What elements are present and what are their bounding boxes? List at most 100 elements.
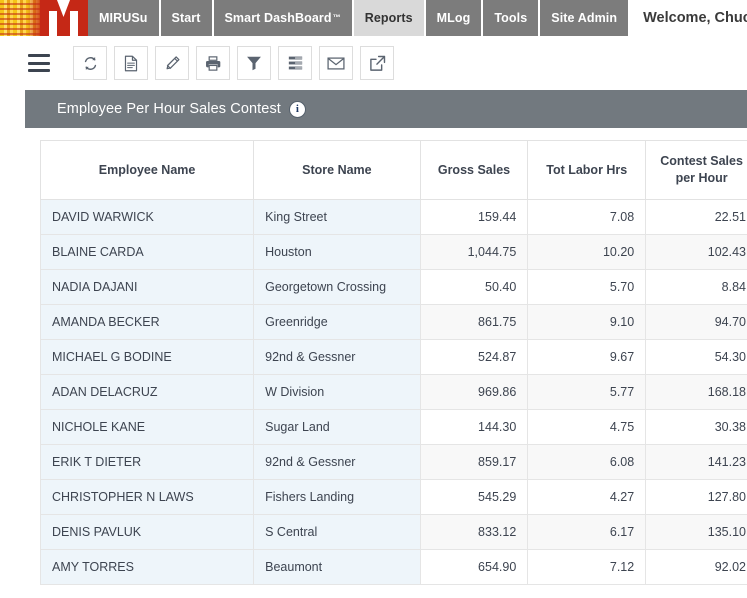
- external-link-icon: [369, 55, 385, 71]
- envelope-icon: [327, 56, 345, 70]
- export-button[interactable]: [360, 46, 394, 80]
- cell-tot-labor-hrs: 7.08: [527, 199, 647, 235]
- cell-tot-labor-hrs: 7.12: [527, 549, 647, 585]
- cell-contest-sales-per-hour: 54.30: [645, 339, 747, 375]
- column-header-gross-sales[interactable]: Gross Sales: [419, 140, 529, 200]
- cell-gross-sales: 524.87: [419, 339, 529, 375]
- table-row[interactable]: DENIS PAVLUK S Central 833.12 6.17 135.10: [39, 514, 747, 550]
- cell-contest-sales-per-hour: 141.23: [645, 444, 747, 480]
- nav-tab-smart-dashboard[interactable]: Smart DashBoard ™: [213, 0, 352, 36]
- funnel-icon: [247, 56, 261, 71]
- nav-tab-label: Start: [171, 11, 201, 25]
- nav-tab-site-admin[interactable]: Site Admin: [540, 0, 629, 36]
- cell-gross-sales: 1,044.75: [419, 234, 529, 270]
- table-header-row: Employee Name Store Name Gross Sales Tot…: [39, 140, 747, 200]
- cell-store-name: S Central: [253, 514, 421, 550]
- cell-store-name: Sugar Land: [253, 409, 421, 445]
- cell-tot-labor-hrs: 4.75: [527, 409, 647, 445]
- cell-employee-name: DENIS PAVLUK: [39, 514, 255, 550]
- email-button[interactable]: [319, 46, 353, 80]
- cell-tot-labor-hrs: 5.77: [527, 374, 647, 410]
- nav-tab-label: Tools: [494, 11, 528, 25]
- nav-tab-mirusu[interactable]: MIRUSu: [88, 0, 159, 36]
- cell-employee-name: BLAINE CARDA: [39, 234, 255, 270]
- cell-contest-sales-per-hour: 30.38: [645, 409, 747, 445]
- cell-employee-name: ERIK T DIETER: [39, 444, 255, 480]
- cell-gross-sales: 859.17: [419, 444, 529, 480]
- cell-store-name: Fishers Landing: [253, 479, 421, 515]
- cell-store-name: Greenridge: [253, 304, 421, 340]
- cell-contest-sales-per-hour: 94.70: [645, 304, 747, 340]
- cell-gross-sales: 861.75: [419, 304, 529, 340]
- cell-contest-sales-per-hour: 102.43: [645, 234, 747, 270]
- table-row[interactable]: DAVID WARWICK King Street 159.44 7.08 22.51: [39, 199, 747, 235]
- cell-contest-sales-per-hour: 127.80: [645, 479, 747, 515]
- employee-sales-table: Employee Name Store Name Gross Sales Tot…: [39, 140, 747, 585]
- top-navigation-bar: MIRUSu Start Smart DashBoard ™ Reports ML…: [0, 0, 747, 36]
- cell-employee-name: NADIA DAJANI: [39, 269, 255, 305]
- info-icon[interactable]: i: [289, 101, 305, 117]
- cell-gross-sales: 159.44: [419, 199, 529, 235]
- cell-employee-name: AMANDA BECKER: [39, 304, 255, 340]
- table-row[interactable]: ERIK T DIETER 92nd & Gessner 859.17 6.08 141…: [39, 444, 747, 480]
- nav-tab-tools[interactable]: Tools: [483, 0, 539, 36]
- logo-m-right-cut: [70, 11, 78, 36]
- refresh-button[interactable]: [73, 46, 107, 80]
- nav-tab-mlog[interactable]: MLog: [425, 0, 482, 36]
- edit-button[interactable]: [155, 46, 189, 80]
- document-button[interactable]: [114, 46, 148, 80]
- cell-tot-labor-hrs: 6.17: [527, 514, 647, 550]
- table-row[interactable]: MICHAEL G BODINE 92nd & Gessner 524.87 9.67…: [39, 339, 747, 375]
- report-toolbar: [0, 36, 747, 90]
- cell-contest-sales-per-hour: 92.02: [645, 549, 747, 585]
- cell-store-name: Beaumont: [253, 549, 421, 585]
- table-row[interactable]: CHRISTOPHER N LAWS Fishers Landing 545.29 4…: [39, 479, 747, 515]
- table-row[interactable]: AMY TORRES Beaumont 654.90 7.12 92.02: [39, 549, 747, 585]
- cell-store-name: Houston: [253, 234, 421, 270]
- cell-contest-sales-per-hour: 22.51: [645, 199, 747, 235]
- hamburger-bar: [28, 61, 50, 65]
- column-header-store-name[interactable]: Store Name: [253, 140, 421, 200]
- nav-tab-label: Site Admin: [551, 11, 618, 25]
- columns-button[interactable]: [278, 46, 312, 80]
- table-row[interactable]: NICHOLE KANE Sugar Land 144.30 4.75 30.38: [39, 409, 747, 445]
- cell-gross-sales: 969.86: [419, 374, 529, 410]
- nav-tab-label: MIRUSu: [99, 11, 148, 25]
- table-row[interactable]: AMANDA BECKER Greenridge 861.75 9.10 94.70: [39, 304, 747, 340]
- document-icon: [124, 55, 138, 71]
- printer-icon: [206, 55, 221, 71]
- cell-contest-sales-per-hour: 135.10: [645, 514, 747, 550]
- header-line-1: Contest Sales: [660, 154, 743, 169]
- table-row[interactable]: ADAN DELACRUZ W Division 969.86 5.77 168.18: [39, 374, 747, 410]
- panel-header: Employee Per Hour Sales Contest i: [25, 90, 747, 128]
- cell-gross-sales: 50.40: [419, 269, 529, 305]
- cell-contest-sales-per-hour: 168.18: [645, 374, 747, 410]
- table-header: Employee Name Store Name Gross Sales Tot…: [39, 140, 747, 200]
- print-button[interactable]: [196, 46, 230, 80]
- cell-tot-labor-hrs: 9.10: [527, 304, 647, 340]
- cell-tot-labor-hrs: 9.67: [527, 339, 647, 375]
- filter-button[interactable]: [237, 46, 271, 80]
- hamburger-bar: [28, 69, 50, 72]
- column-header-contest-sales-per-hour[interactable]: Contest Sales per Hour: [645, 140, 747, 200]
- cell-employee-name: DAVID WARWICK: [39, 199, 255, 235]
- cell-employee-name: CHRISTOPHER N LAWS: [39, 479, 255, 515]
- cell-store-name: King Street: [253, 199, 421, 235]
- mirus-m-logo[interactable]: [0, 0, 88, 36]
- nav-tab-start[interactable]: Start: [160, 0, 212, 36]
- cell-gross-sales: 545.29: [419, 479, 529, 515]
- cell-tot-labor-hrs: 5.70: [527, 269, 647, 305]
- column-header-employee-name[interactable]: Employee Name: [39, 140, 255, 200]
- cell-employee-name: AMY TORRES: [39, 549, 255, 585]
- table-row[interactable]: BLAINE CARDA Houston 1,044.75 10.20 102.43: [39, 234, 747, 270]
- cell-store-name: 92nd & Gessner: [253, 339, 421, 375]
- nav-tab-label: MLog: [436, 11, 471, 25]
- hamburger-menu-icon[interactable]: [28, 54, 50, 72]
- cell-employee-name: ADAN DELACRUZ: [39, 374, 255, 410]
- table-body: DAVID WARWICK King Street 159.44 7.08 22.51 B…: [39, 199, 747, 585]
- nav-tab-reports[interactable]: Reports: [353, 0, 424, 36]
- column-header-tot-labor-hrs[interactable]: Tot Labor Hrs: [527, 140, 647, 200]
- cell-gross-sales: 654.90: [419, 549, 529, 585]
- table-row[interactable]: NADIA DAJANI Georgetown Crossing 50.40 5.70…: [39, 269, 747, 305]
- hamburger-bar: [28, 54, 50, 57]
